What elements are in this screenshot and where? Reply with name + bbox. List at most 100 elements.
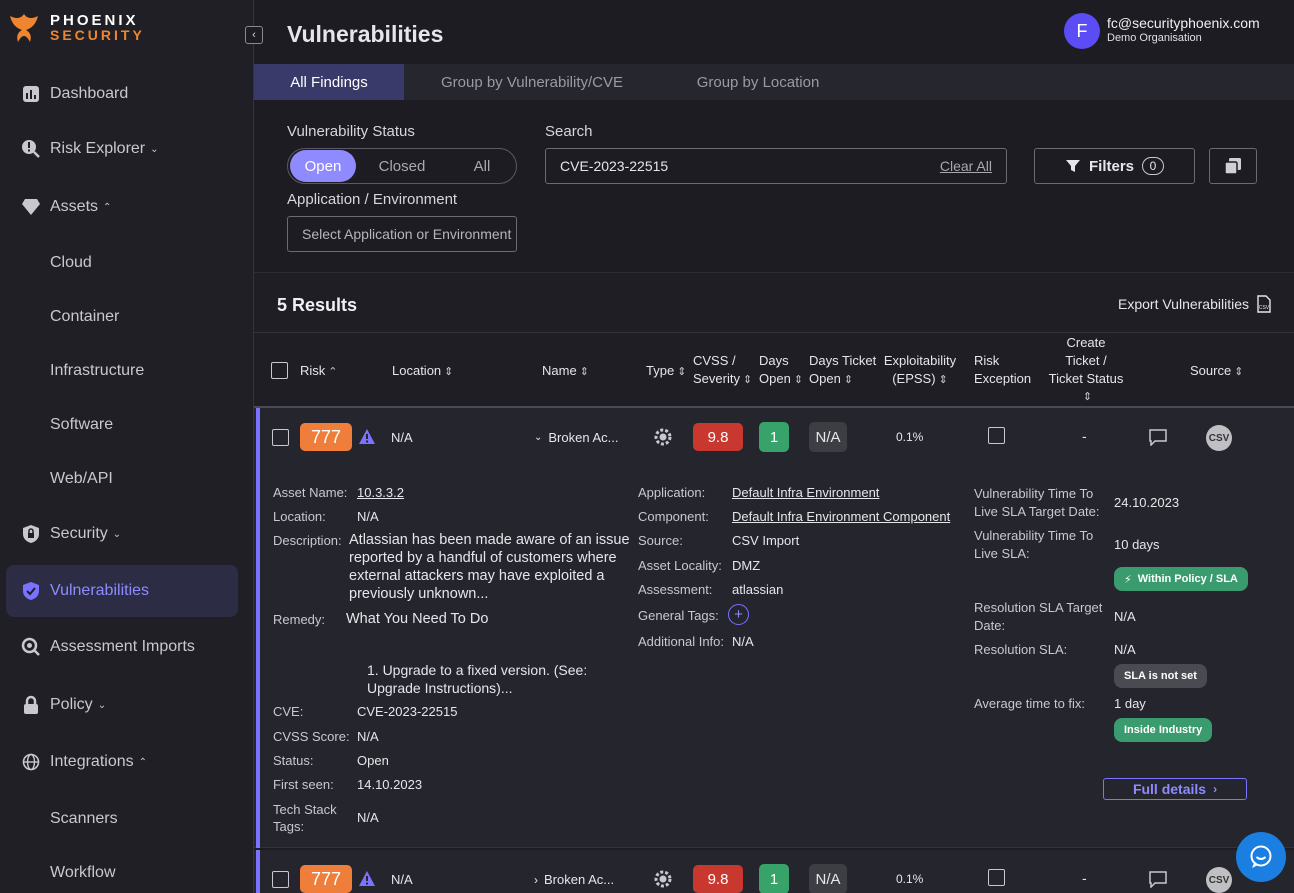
column-location[interactable]: Location ⇕ bbox=[392, 362, 453, 381]
asset-name-link[interactable]: 10.3.3.2 bbox=[357, 485, 404, 500]
export-vulnerabilities-button[interactable]: Export Vulnerabilities CSV bbox=[1118, 295, 1273, 313]
tab-group-by-location[interactable]: Group by Location bbox=[660, 64, 856, 100]
full-details-button[interactable]: Full details › bbox=[1103, 778, 1247, 800]
sidebar-item-cloud[interactable]: Cloud bbox=[6, 237, 238, 289]
sidebar-item-container[interactable]: Container bbox=[6, 291, 238, 343]
sidebar-item-scanners[interactable]: Scanners bbox=[6, 793, 238, 845]
results-count: 5 Results bbox=[277, 295, 358, 315]
sidebar-item-software[interactable]: Software bbox=[6, 399, 238, 451]
sidebar-item-risk-explorer[interactable]: Risk Explorer ⌄ bbox=[6, 123, 238, 175]
sidebar-item-workflow[interactable]: Workflow bbox=[6, 847, 238, 893]
results-bar: 5 Results Export Vulnerabilities CSV bbox=[254, 272, 1294, 332]
days-open-badge: 1 bbox=[759, 864, 789, 893]
sidebar-item-web-api[interactable]: Web/API bbox=[6, 453, 238, 505]
row-checkbox[interactable] bbox=[272, 429, 289, 446]
sidebar-item-assets[interactable]: Assets ⌃ bbox=[6, 181, 238, 233]
description-label: Description: bbox=[273, 533, 342, 548]
comment-icon[interactable] bbox=[1148, 428, 1168, 446]
chevron-down-icon: ⌄ bbox=[150, 143, 159, 155]
sort-icon: ⌃ bbox=[328, 366, 338, 378]
application-link[interactable]: Default Infra Environment bbox=[732, 485, 879, 500]
first-seen-value: 14.10.2023 bbox=[357, 777, 423, 792]
risk-exception-checkbox[interactable] bbox=[988, 869, 1005, 886]
user-email: fc@securityphoenix.com bbox=[1107, 15, 1260, 31]
search-input[interactable]: CVE-2023-22515 Clear All bbox=[545, 148, 1007, 184]
clear-all-link[interactable]: Clear All bbox=[940, 158, 992, 174]
user-menu[interactable]: F fc@securityphoenix.com Demo Organisati… bbox=[1064, 13, 1260, 49]
sidebar-collapse-button[interactable]: ‹ bbox=[245, 26, 263, 44]
phoenix-logo-icon bbox=[10, 14, 38, 42]
column-source[interactable]: Source ⇕ bbox=[1190, 362, 1243, 381]
sort-icon[interactable]: ⇕ bbox=[1049, 388, 1126, 406]
risk-score-badge: 777 bbox=[300, 865, 352, 893]
asset-locality-value: DMZ bbox=[732, 558, 761, 573]
select-all-checkbox[interactable] bbox=[271, 362, 288, 379]
column-days-ticket-open[interactable]: Days Ticket Open ⇕ bbox=[809, 352, 876, 389]
chat-support-button[interactable] bbox=[1236, 832, 1286, 882]
tab-all-findings[interactable]: All Findings bbox=[254, 64, 404, 100]
sidebar-item-label: Software bbox=[50, 416, 114, 433]
component-label: Component: bbox=[638, 509, 709, 524]
sidebar-item-vulnerabilities[interactable]: Vulnerabilities bbox=[6, 565, 238, 617]
warning-icon bbox=[358, 870, 376, 887]
brand-logo[interactable]: PHOENIX SECURITY bbox=[6, 10, 145, 46]
remedy-label: Remedy: bbox=[273, 612, 326, 627]
vulnerability-detail-panel: Asset Name: 10.3.3.2 Location: N/A Descr… bbox=[254, 408, 1294, 848]
sidebar-item-label: Vulnerabilities bbox=[50, 582, 150, 599]
filters-button[interactable]: Filters 0 bbox=[1034, 148, 1195, 184]
column-cvss[interactable]: CVSS / Severity ⇕ bbox=[693, 352, 752, 389]
sidebar-item-security[interactable]: Security ⌄ bbox=[6, 508, 238, 560]
row-checkbox[interactable] bbox=[272, 871, 289, 888]
sidebar-item-infrastructure[interactable]: Infrastructure bbox=[6, 345, 238, 397]
sidebar-item-assessment-imports[interactable]: Assessment Imports bbox=[6, 621, 238, 673]
add-tag-button[interactable]: + bbox=[728, 604, 749, 625]
asset-locality-label: Asset Locality: bbox=[638, 558, 722, 573]
diamond-icon bbox=[20, 196, 42, 218]
cve-value: CVE-2023-22515 bbox=[357, 704, 458, 719]
table-row[interactable]: 777 N/A ⌄ Broken Ac... 9.8 1 N/A 0.1% - C… bbox=[254, 408, 1294, 468]
column-epss[interactable]: Exploitability (EPSS) ⇕ bbox=[882, 352, 958, 389]
sidebar-item-integrations[interactable]: Integrations ⌃ bbox=[6, 736, 238, 788]
assessment-label: Assessment: bbox=[638, 582, 713, 597]
comment-icon[interactable] bbox=[1148, 870, 1168, 888]
tab-group-by-vulnerability[interactable]: Group by Vulnerability/CVE bbox=[404, 64, 660, 100]
status-open-option[interactable]: Open bbox=[290, 150, 356, 182]
column-risk[interactable]: Risk ⌃ bbox=[300, 362, 338, 381]
chevron-down-icon: ⌄ bbox=[112, 528, 122, 540]
ticket-status: - bbox=[1082, 870, 1087, 886]
column-days-open[interactable]: Days Open ⇕ bbox=[759, 352, 803, 389]
tech-stack-value: N/A bbox=[357, 810, 379, 825]
avg-fix-label: Average time to fix: bbox=[974, 696, 1086, 711]
avatar: F bbox=[1064, 13, 1100, 49]
source-value: CSV Import bbox=[732, 533, 800, 548]
vttl-target-value: 24.10.2023 bbox=[1114, 495, 1180, 510]
resolution-target-label: Resolution SLA Target Date: bbox=[974, 600, 1103, 633]
brand-name: PHOENIX bbox=[50, 12, 139, 29]
table-row[interactable]: 777 N/A › Broken Ac... 9.8 1 N/A 0.1% - C… bbox=[254, 850, 1294, 893]
cvss-badge: 9.8 bbox=[693, 865, 743, 893]
component-link[interactable]: Default Infra Environment Component bbox=[732, 509, 950, 524]
sidebar-item-label: Cloud bbox=[50, 254, 92, 271]
app-env-select[interactable]: Select Application or Environment bbox=[287, 216, 517, 252]
risk-exception-checkbox[interactable] bbox=[988, 427, 1005, 444]
sidebar-item-dashboard[interactable]: Dashboard bbox=[6, 68, 238, 120]
sidebar-item-label: Dashboard bbox=[50, 85, 129, 102]
magnifier-icon bbox=[20, 636, 42, 658]
sidebar-item-label: Integrations bbox=[50, 753, 134, 770]
sidebar-item-label: Policy bbox=[50, 696, 93, 713]
plus-icon: + bbox=[734, 606, 743, 623]
resolution-sla-value: N/A bbox=[1114, 642, 1136, 657]
chevron-right-icon: › bbox=[534, 872, 538, 887]
status-all-option[interactable]: All bbox=[448, 150, 516, 182]
column-name[interactable]: Name ⇕ bbox=[542, 362, 589, 381]
epss-value: 0.1% bbox=[896, 430, 924, 444]
copy-button[interactable] bbox=[1209, 148, 1257, 184]
column-type[interactable]: Type ⇕ bbox=[646, 362, 686, 381]
sidebar-item-policy[interactable]: Policy ⌄ bbox=[6, 679, 238, 731]
asset-name-label: Asset Name: bbox=[273, 485, 348, 500]
sidebar-item-label: Workflow bbox=[50, 864, 116, 881]
epss-value: 0.1% bbox=[896, 872, 924, 886]
row-name[interactable]: › Broken Ac... bbox=[534, 872, 614, 887]
status-closed-option[interactable]: Closed bbox=[356, 150, 448, 182]
row-name[interactable]: ⌄ Broken Ac... bbox=[534, 430, 618, 445]
